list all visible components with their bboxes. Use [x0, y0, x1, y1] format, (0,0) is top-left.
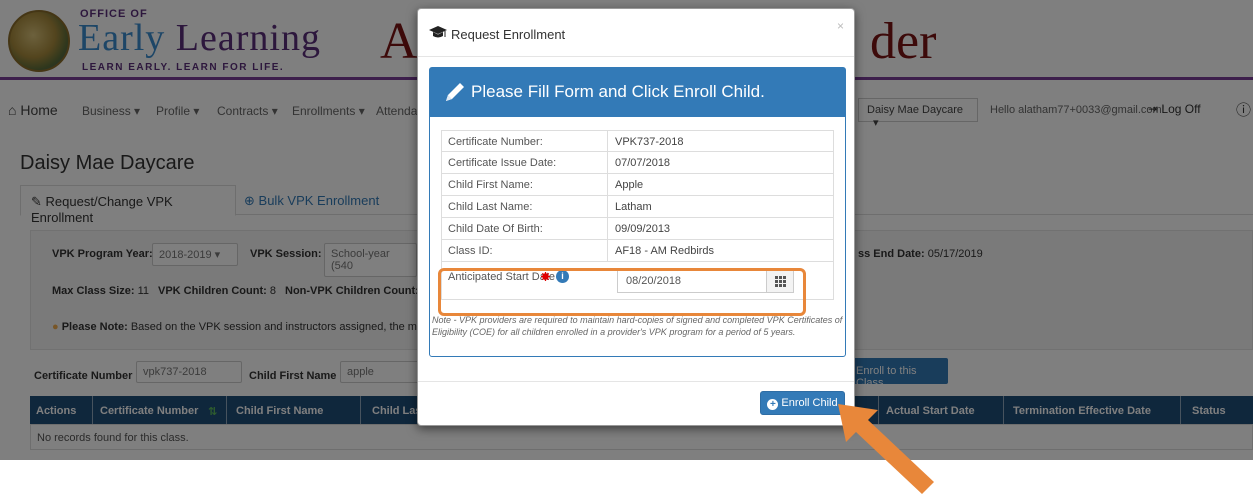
coe-retention-note: Note - VPK providers are required to mai…: [432, 315, 843, 337]
row-value: VPK737-2018: [615, 136, 684, 148]
modal-header: Request Enrollment ×: [418, 9, 854, 57]
enroll-child-button[interactable]: + Enroll Child: [760, 391, 845, 415]
detail-row-child-first-name: Child First Name: Apple: [441, 174, 834, 196]
detail-row-certificate-number: Certificate Number: VPK737-2018: [441, 130, 834, 153]
modal-footer-divider: [418, 381, 854, 382]
detail-row-class-id: Class ID: AF18 - AM Redbirds: [441, 240, 834, 262]
row-value: Apple: [615, 179, 644, 191]
row-label: Certificate Issue Date:: [448, 157, 557, 169]
panel-title: Please Fill Form and Click Enroll Child.: [471, 82, 765, 101]
row-value: 07/07/2018: [615, 157, 671, 169]
detail-row-child-last-name: Child Last Name: Latham: [441, 196, 834, 218]
detail-row-date-of-birth: Child Date Of Birth: 09/09/2013: [441, 218, 834, 240]
modal-title: Request Enrollment: [451, 27, 566, 42]
panel-heading: Please Fill Form and Click Enroll Child.: [430, 68, 845, 117]
row-label: Child Last Name:: [448, 201, 533, 213]
row-value: 09/09/2013: [615, 223, 671, 235]
detail-row-issue-date: Certificate Issue Date: 07/07/2018: [441, 152, 834, 174]
row-value: Latham: [615, 201, 652, 213]
row-label: Child Date Of Birth:: [448, 223, 543, 235]
pointer-arrow-icon: [838, 404, 934, 494]
graduation-cap-icon: [429, 26, 447, 38]
enroll-child-label: Enroll Child: [781, 397, 838, 409]
plus-circle-icon: +: [767, 399, 779, 410]
highlight-box: [438, 268, 806, 316]
row-value: AF18 - AM Redbirds: [615, 245, 715, 257]
close-icon[interactable]: ×: [837, 19, 844, 33]
pencil-icon: [446, 83, 464, 101]
row-label: Child First Name:: [448, 179, 533, 191]
request-enrollment-modal: Request Enrollment × Please Fill Form an…: [417, 8, 855, 426]
row-label: Certificate Number:: [448, 136, 543, 148]
row-label: Class ID:: [448, 245, 493, 257]
